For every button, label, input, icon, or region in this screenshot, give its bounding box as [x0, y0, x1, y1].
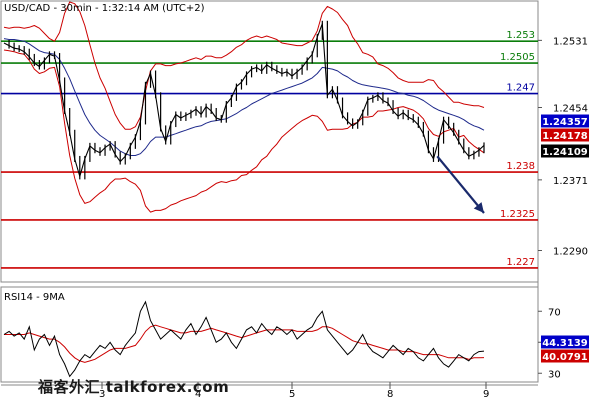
rsi-axis-tick-label: 30: [548, 369, 561, 380]
watermark: 福客外汇 talkforex.com: [38, 378, 230, 396]
level-label: 1.227: [506, 257, 535, 268]
rsi-tag: 40.0791: [542, 352, 588, 363]
price-axis-tick-label: 1.2454: [553, 103, 588, 114]
rsi-panel-label: RSI14 - 9MA: [4, 292, 65, 303]
price-tag: 1.24109: [542, 147, 588, 158]
level-label: 1.2325: [500, 209, 535, 220]
level-label: 1.2505: [500, 52, 535, 63]
price-panel-frame: [0, 0, 539, 283]
level-label: 1.247: [506, 83, 535, 94]
x-axis-tick-label: 9: [483, 389, 489, 400]
price-axis-tick-label: 1.2290: [553, 246, 588, 257]
x-axis-tick-label: 5: [289, 389, 295, 400]
chart-canvas: 1.253 1.2505 1.247 1.238 1.2325 1.227 1.2531 1…: [0, 0, 589, 400]
chart-title: USD/CAD - 30min - 1:32:14 AM (UTC+2): [4, 3, 205, 14]
x-axis-tick-label: 8: [387, 389, 393, 400]
price-tag: 1.24357: [542, 117, 588, 128]
price-axis-tick-label: 1.2531: [553, 36, 588, 47]
level-label: 1.238: [506, 161, 535, 172]
rsi-axis-tick-label: 70: [548, 307, 561, 318]
rsi-tag: 44.3139: [542, 338, 588, 349]
price-tag: 1.24178: [542, 131, 588, 142]
price-axis-tick-label: 1.2371: [553, 176, 588, 187]
level-label: 1.253: [506, 30, 535, 41]
rsi-panel-frame: [0, 286, 539, 383]
